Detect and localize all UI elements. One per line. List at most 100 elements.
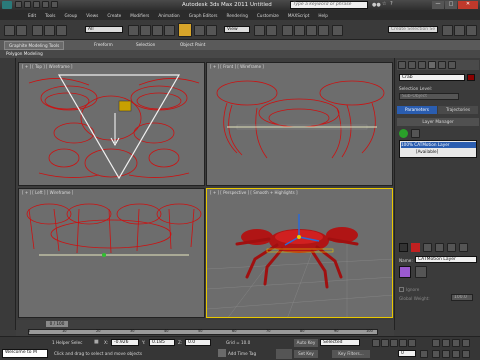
pan-view-icon[interactable] [442, 350, 450, 358]
viewport-left[interactable]: [ + ] [ Left ] [ Wireframe ] [18, 188, 205, 318]
display-tab-icon[interactable] [438, 61, 446, 69]
close-button[interactable]: ✕ [458, 1, 478, 9]
layer-item-catmotion[interactable]: 100% CATMotion Layer [401, 142, 476, 148]
selection-region-icon[interactable] [152, 25, 163, 36]
snaps-toggle-icon[interactable] [282, 25, 293, 36]
play-layer-icon[interactable] [399, 129, 408, 138]
set-key-button[interactable]: Set Key [294, 350, 318, 358]
utilities-tab-icon[interactable] [448, 61, 456, 69]
layer-manager-rollout[interactable]: Layer Manager [397, 118, 479, 126]
copy-layer-icon[interactable] [423, 243, 432, 252]
menu-animation[interactable]: Animation [158, 13, 179, 18]
search-input[interactable]: Type a keyword or phrase [290, 1, 368, 9]
tab-object-paint[interactable]: Object Paint [176, 41, 209, 50]
selection-filter-dropdown[interactable]: All [85, 26, 123, 33]
open-icon[interactable] [24, 1, 31, 8]
zoom-extents-all-icon[interactable] [462, 339, 470, 347]
menu-graph-editors[interactable]: Graph Editors [189, 13, 218, 18]
viewport-top[interactable]: [ + ] [ Top ] [ Wireframe ] [18, 62, 205, 186]
align-icon[interactable] [454, 25, 465, 36]
paste-layer-icon[interactable] [435, 243, 444, 252]
zoom-icon[interactable] [432, 339, 440, 347]
undo-button-icon[interactable] [4, 25, 15, 36]
link-icon[interactable] [32, 25, 43, 36]
save-icon[interactable] [33, 1, 40, 8]
redo-icon[interactable] [51, 1, 58, 8]
binoculars-icon[interactable]: ●● [372, 2, 381, 8]
angle-snap-icon[interactable] [294, 25, 305, 36]
menu-group[interactable]: Group [64, 13, 77, 18]
spinner-snap-icon[interactable] [318, 25, 329, 36]
redo-button-icon[interactable] [16, 25, 27, 36]
z-coordinate-field[interactable]: 0.0 [185, 339, 211, 346]
select-manipulate-icon[interactable] [266, 25, 277, 36]
add-time-tag[interactable]: Add Time Tag [228, 351, 256, 356]
set-key-icon[interactable] [276, 349, 292, 359]
current-frame-field[interactable]: 0 [398, 350, 416, 357]
select-by-name-icon[interactable] [140, 25, 151, 36]
menu-maxscript[interactable]: MAXScript [288, 13, 310, 18]
create-tab-icon[interactable] [398, 61, 406, 69]
star-icon[interactable]: ☆ [382, 1, 386, 7]
menu-customize[interactable]: Customize [257, 13, 279, 18]
maximize-viewport-icon[interactable] [462, 350, 470, 358]
mirror-icon[interactable] [442, 25, 453, 36]
tab-trajectories[interactable]: Trajectories [438, 106, 478, 114]
bind-space-warp-icon[interactable] [56, 25, 67, 36]
key-filters-button[interactable]: Key Filters... [332, 350, 370, 358]
tab-parameters[interactable]: Parameters [397, 106, 437, 114]
new-icon[interactable] [15, 1, 22, 8]
motion-tab-icon[interactable] [428, 61, 436, 69]
named-selection-dropdown[interactable]: Create Selection Se [388, 26, 438, 33]
unlink-icon[interactable] [44, 25, 55, 36]
object-color-swatch[interactable] [467, 74, 475, 81]
window-crossing-icon[interactable] [164, 25, 175, 36]
menu-edit[interactable]: Edit [28, 13, 36, 18]
add-layer-icon[interactable] [411, 129, 420, 138]
undo-icon[interactable] [42, 1, 49, 8]
play-icon[interactable] [390, 339, 398, 347]
render-icon[interactable] [466, 25, 477, 36]
y-coordinate-field[interactable]: 0.185 [149, 339, 175, 346]
select-object-icon[interactable] [128, 25, 139, 36]
layer-settings-icon[interactable] [415, 266, 427, 278]
ignore-checkbox[interactable] [399, 287, 404, 292]
minimize-button[interactable]: — [432, 1, 444, 9]
hierarchy-tab-icon[interactable] [418, 61, 426, 69]
orbit-icon[interactable] [452, 350, 460, 358]
help-icon[interactable]: ? [390, 1, 393, 7]
lock-selection-icon[interactable]: ■ [94, 339, 99, 345]
layer-color-swatch[interactable] [399, 266, 411, 278]
maxscript-listener[interactable]: Welcome to M [2, 349, 48, 358]
go-to-end-icon[interactable] [408, 339, 416, 347]
viewport-perspective[interactable]: [ + ] [ Perspective ] [ Smooth + Highlig… [206, 188, 393, 318]
field-of-view-icon[interactable] [432, 350, 440, 358]
app-logo-icon[interactable] [2, 1, 12, 9]
auto-key-dropdown[interactable]: Selected [320, 339, 360, 346]
go-to-start-icon[interactable] [372, 339, 380, 347]
pivot-point-icon[interactable] [254, 25, 265, 36]
menu-tools[interactable]: Tools [45, 13, 55, 18]
auto-key-button[interactable]: Auto Key [294, 339, 318, 347]
layer-name-field[interactable]: CATMotion Layer [415, 256, 477, 263]
modify-tab-icon[interactable] [408, 61, 416, 69]
object-name-field[interactable]: Crab [399, 74, 465, 81]
time-tag-icon[interactable] [218, 349, 226, 357]
menu-modifiers[interactable]: Modifiers [130, 13, 149, 18]
next-frame-icon[interactable] [399, 339, 407, 347]
time-slider[interactable]: 0 / 100 [46, 321, 68, 327]
select-and-rotate-icon[interactable] [194, 25, 205, 36]
delete-layer-icon[interactable] [411, 243, 420, 252]
tab-graphite-modeling-tools[interactable]: Graphite Modeling Tools [4, 41, 65, 50]
x-coordinate-field[interactable]: -0.926 [111, 339, 139, 346]
menu-views[interactable]: Views [86, 13, 98, 18]
sub-object-dropdown[interactable]: Sub-Object [399, 93, 459, 100]
layer-item-available[interactable]: [Available] [416, 149, 438, 154]
global-weight-spinner[interactable]: 100.0 [451, 294, 473, 301]
time-configuration-icon[interactable] [420, 350, 428, 358]
maximize-button[interactable]: □ [445, 1, 457, 9]
select-and-move-icon[interactable] [178, 23, 192, 37]
tab-freeform[interactable]: Freeform [90, 41, 117, 50]
menu-create[interactable]: Create [107, 13, 121, 18]
tab-selection[interactable]: Selection [132, 41, 159, 50]
